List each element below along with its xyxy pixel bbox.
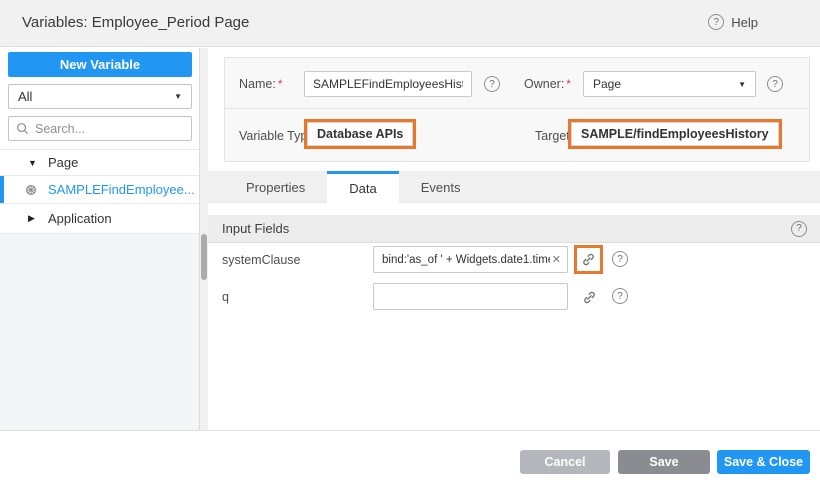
detail-tabbar: Properties Data Events (208, 171, 820, 203)
sidebar-scrollbar-thumb[interactable] (201, 234, 207, 280)
name-help-icon[interactable]: ? (484, 76, 500, 92)
owner-help-icon[interactable]: ? (767, 76, 783, 92)
tree-group-page[interactable]: ▼ Page (0, 150, 199, 176)
input-fields-title: Input Fields (222, 221, 791, 236)
input-field-row-systemclause: systemClause ✕ ? (208, 246, 820, 273)
variables-sidebar: New Variable All ▼ ▼ Page SAMPLEF (0, 48, 200, 430)
page-title: Variables: Employee_Period Page (22, 14, 249, 31)
form-row-name-owner: Name:* ? Owner:* Page ▼ ? (225, 58, 809, 109)
tree-item-label: SAMPLEFindEmployee... (48, 182, 195, 197)
variable-type-value: Database APIs (307, 122, 413, 146)
help-button[interactable]: ? Help (708, 14, 758, 30)
target-value: SAMPLE/findEmployeesHistory (571, 122, 779, 146)
search-field[interactable] (8, 116, 192, 141)
chevron-down-icon: ▼ (738, 80, 746, 89)
variable-detail-panel: Name:* ? Owner:* Page ▼ ? Variable Type:… (208, 48, 820, 430)
save-button[interactable]: Save (618, 450, 710, 474)
owner-label: Owner:* (524, 77, 571, 91)
variable-type-icon (24, 183, 38, 197)
link-icon (581, 252, 596, 267)
systemclause-input[interactable] (374, 247, 552, 272)
name-label: Name:* (239, 77, 283, 91)
systemclause-bind-link-button[interactable] (574, 245, 603, 274)
tab-events[interactable]: Events (399, 171, 483, 203)
clear-icon[interactable]: ✕ (552, 253, 567, 266)
sidebar-scrollbar[interactable] (200, 48, 208, 430)
header-bar: Variables: Employee_Period Page ? Help (0, 0, 820, 47)
help-icon: ? (708, 14, 724, 30)
owner-select[interactable]: Page ▼ (583, 71, 756, 97)
required-asterisk: * (278, 77, 283, 91)
owner-selected-value: Page (593, 77, 738, 91)
search-icon (16, 122, 29, 135)
systemclause-input-wrap: ✕ (373, 246, 568, 273)
target-highlight: SAMPLE/findEmployeesHistory (568, 119, 782, 149)
variables-editor-window: Variables: Employee_Period Page ? Help N… (0, 0, 820, 489)
q-label: q (222, 290, 229, 304)
input-fields-help-icon[interactable]: ? (791, 221, 807, 237)
q-help-icon[interactable]: ? (612, 288, 628, 304)
q-input-wrap (373, 283, 568, 310)
required-asterisk: * (566, 77, 571, 91)
search-input[interactable] (35, 122, 165, 136)
systemclause-help-icon[interactable]: ? (612, 251, 628, 267)
link-icon (582, 290, 597, 305)
tree-collapsed-icon[interactable]: ▶ (28, 213, 38, 224)
input-field-row-q: q ? (208, 283, 820, 310)
new-variable-button[interactable]: New Variable (8, 52, 192, 77)
variable-summary-form: Name:* ? Owner:* Page ▼ ? Variable Type:… (224, 57, 810, 162)
footer-bar: Cancel Save Save & Close (0, 431, 820, 489)
save-and-close-button[interactable]: Save & Close (717, 450, 810, 474)
q-input[interactable] (374, 284, 567, 309)
q-bind-link-button[interactable] (577, 285, 601, 309)
tree-group-page-label: Page (48, 155, 78, 170)
help-label: Help (731, 15, 758, 30)
tree-group-application-label: Application (48, 211, 112, 226)
input-fields-section-header: Input Fields ? (208, 215, 820, 243)
systemclause-label: systemClause (222, 253, 301, 267)
variable-filter-select[interactable]: All ▼ (8, 84, 192, 109)
tree-expanded-icon[interactable]: ▼ (28, 158, 38, 168)
tree-item-selected-variable[interactable]: SAMPLEFindEmployee... (0, 176, 199, 204)
name-input[interactable] (304, 71, 472, 97)
tree-group-application[interactable]: ▶ Application (0, 204, 199, 234)
form-row-type-target: Variable Type: Database APIs Target: SAM… (225, 110, 809, 162)
cancel-button[interactable]: Cancel (520, 450, 610, 474)
variables-tree: ▼ Page SAMPLEFindEmployee... ▶ Applicati… (0, 149, 199, 234)
filter-selected-value: All (18, 89, 174, 104)
variable-type-highlight: Database APIs (304, 119, 416, 149)
tab-data[interactable]: Data (327, 171, 398, 203)
tab-properties[interactable]: Properties (224, 171, 327, 203)
chevron-down-icon: ▼ (174, 92, 182, 101)
